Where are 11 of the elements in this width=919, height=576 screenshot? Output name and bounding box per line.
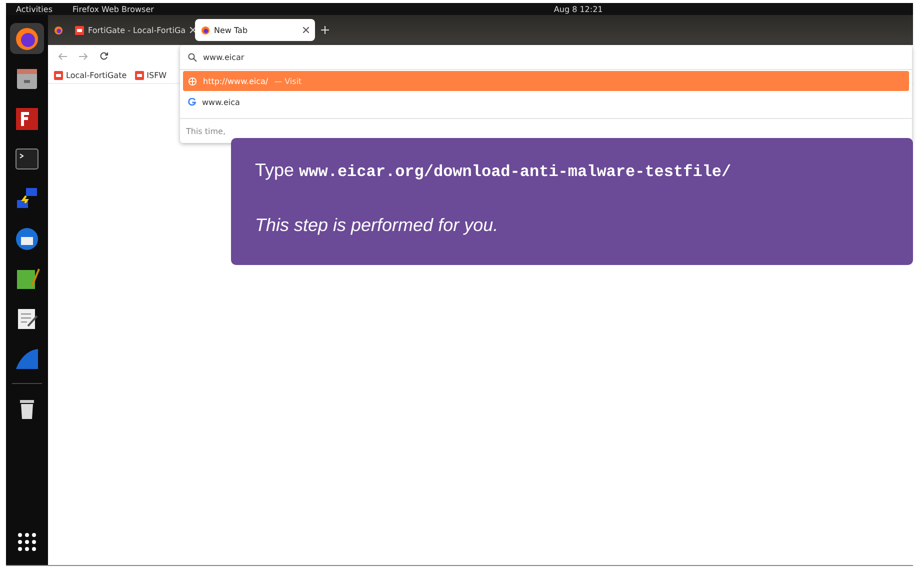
browser-tab[interactable]: New Tab	[195, 19, 315, 41]
app-menu[interactable]: Firefox Web Browser	[72, 4, 154, 14]
footer-text: This time,	[186, 127, 226, 136]
bookmark[interactable]: Local-FortiGate	[54, 70, 127, 80]
suggestion-row[interactable]: www.eica	[183, 92, 909, 112]
note-text: This step is performed for you.	[255, 215, 500, 236]
activities-button[interactable]: Activities	[16, 4, 52, 14]
instruction-text: Type www.eicar.org/download-anti-malware-testfile/	[255, 160, 732, 181]
bookmark[interactable]: ISFW	[134, 70, 167, 80]
address-field[interactable]: www.eicar	[180, 45, 912, 70]
clock[interactable]: Aug 8 12:21	[554, 4, 603, 14]
